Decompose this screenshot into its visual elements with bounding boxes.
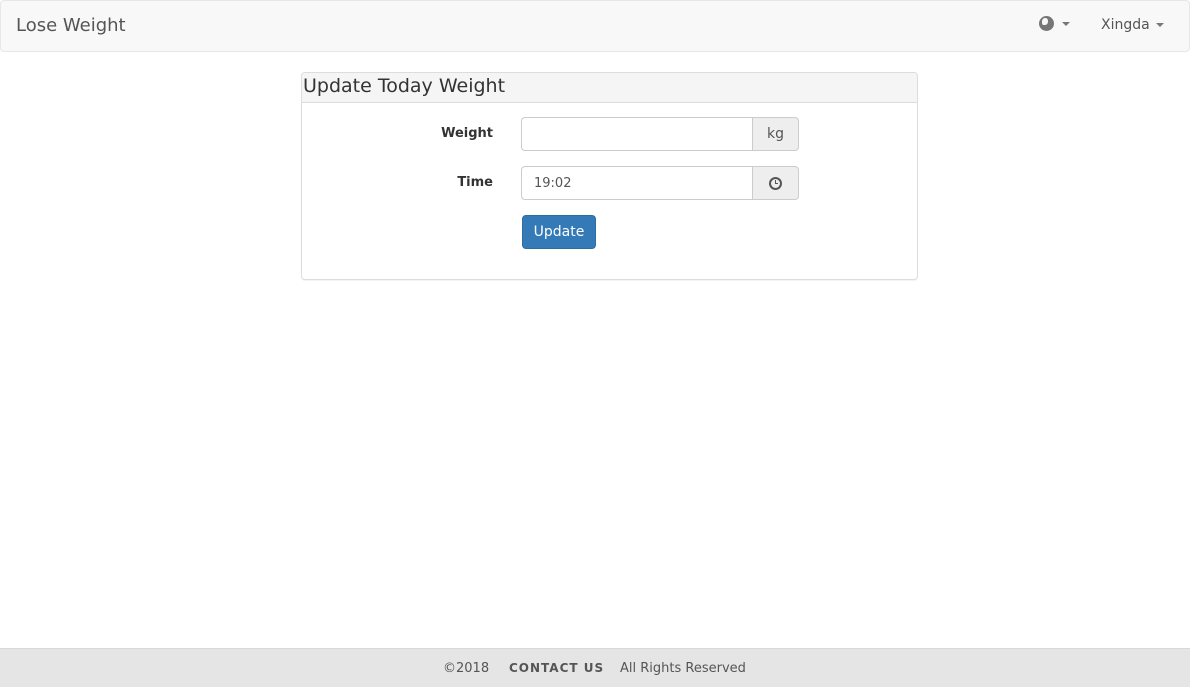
time-input[interactable] bbox=[521, 166, 752, 200]
weight-label: Weight bbox=[441, 126, 493, 141]
contact-us-link[interactable]: CONTACT US bbox=[509, 661, 604, 675]
top-navbar: Lose Weight Xingda bbox=[0, 0, 1190, 52]
clock-icon bbox=[769, 176, 782, 190]
rights-text: All Rights Reserved bbox=[620, 661, 746, 676]
time-input-group bbox=[521, 166, 799, 200]
chevron-down-icon bbox=[1155, 23, 1164, 27]
panel-title: Update Today Weight bbox=[302, 73, 917, 103]
weight-input-group: kg bbox=[521, 117, 799, 151]
footer: ©2018 CONTACT US All Rights Reserved bbox=[0, 648, 1190, 687]
time-picker-button[interactable] bbox=[752, 166, 799, 200]
weight-input[interactable] bbox=[521, 117, 752, 151]
language-dropdown[interactable] bbox=[1039, 16, 1070, 31]
update-button[interactable]: Update bbox=[522, 215, 596, 249]
globe-icon bbox=[1039, 16, 1054, 31]
time-label: Time bbox=[457, 175, 493, 190]
chevron-down-icon bbox=[1062, 21, 1070, 26]
copyright-text: ©2018 bbox=[443, 661, 490, 676]
weight-unit-addon: kg bbox=[752, 117, 799, 151]
brand-link[interactable]: Lose Weight bbox=[16, 15, 126, 36]
user-name: Xingda bbox=[1101, 17, 1150, 33]
user-dropdown[interactable]: Xingda bbox=[1101, 17, 1164, 33]
